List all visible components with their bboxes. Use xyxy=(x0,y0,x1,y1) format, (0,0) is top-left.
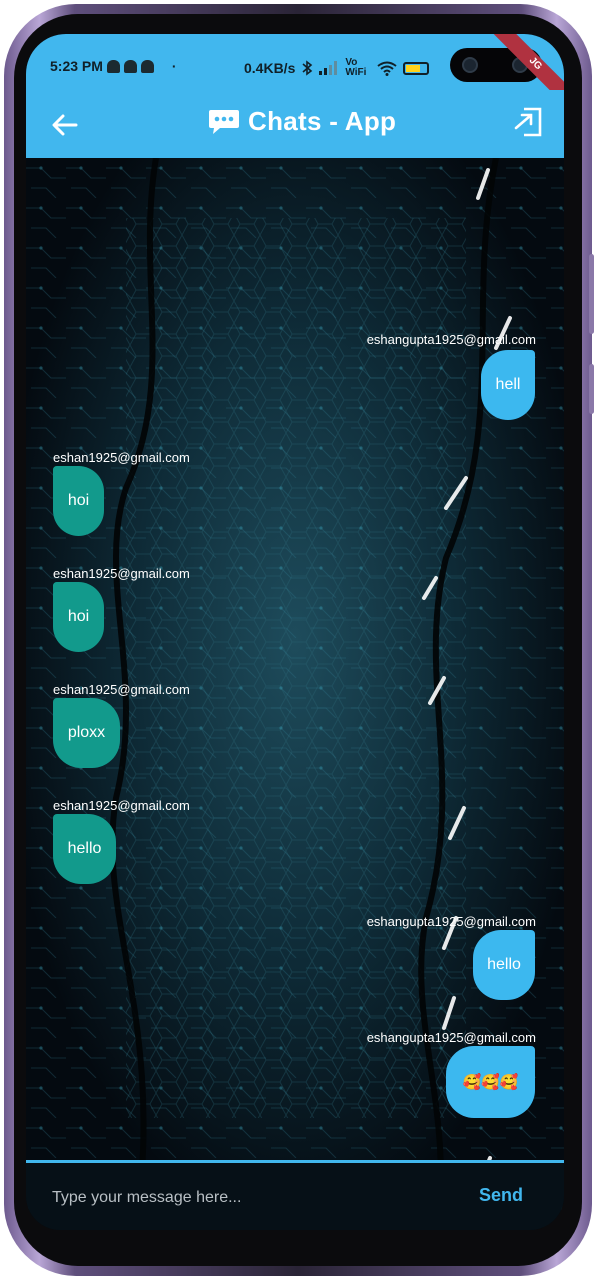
snapchat-icon xyxy=(140,59,154,73)
signal-icon xyxy=(319,61,338,75)
bluetooth-icon xyxy=(302,60,313,76)
status-dot: · xyxy=(171,58,177,74)
composer-bar: Send xyxy=(26,1160,564,1230)
message-bubble[interactable]: hell xyxy=(481,350,535,420)
message-item: eshan1925@gmail.com xyxy=(53,682,190,697)
exit-icon[interactable] xyxy=(512,106,544,138)
message-bubble[interactable]: hoi xyxy=(53,582,104,652)
message-sender: eshangupta1925@gmail.com xyxy=(366,1030,536,1045)
snapchat-icon xyxy=(106,59,120,73)
send-button[interactable]: Send xyxy=(479,1185,523,1206)
app-title-group: Chats - App xyxy=(208,106,396,137)
message-item: eshan1925@gmail.com xyxy=(53,566,190,581)
message-item: eshangupta1925@gmail.com xyxy=(367,914,536,929)
message-bubble[interactable]: hello xyxy=(53,814,116,884)
message-sender: eshangupta1925@gmail.com xyxy=(366,914,536,929)
battery-icon xyxy=(403,61,430,75)
message-sender: eshangupta1925@gmail.com xyxy=(366,332,536,347)
power-button xyxy=(589,364,594,414)
message-item: eshangupta1925@gmail.com xyxy=(367,332,536,347)
message-sender: eshan1925@gmail.com xyxy=(53,566,190,581)
net-speed: 0.4KB/s xyxy=(244,60,296,76)
message-sender: eshan1925@gmail.com xyxy=(53,798,190,813)
status-bar: 5:23 PM · 0.4KB/s Vo WiFi JG xyxy=(26,34,564,109)
screen: 5:23 PM · 0.4KB/s Vo WiFi JG Chats - App… xyxy=(26,34,564,1230)
message-item: eshangupta1925@gmail.com xyxy=(367,1030,536,1045)
message-input[interactable] xyxy=(52,1185,452,1211)
message-bubble[interactable]: hello xyxy=(473,930,535,1000)
vowifi-label: Vo WiFi xyxy=(345,57,367,78)
volume-button xyxy=(589,254,594,334)
message-bubble[interactable]: ploxx xyxy=(53,698,120,768)
message-bubble[interactable]: 🥰🥰🥰 xyxy=(446,1046,535,1118)
page-title: Chats - App xyxy=(248,106,397,136)
message-sender: eshan1925@gmail.com xyxy=(53,450,190,465)
arrow-left-icon[interactable] xyxy=(50,110,80,140)
chat-bubble-icon xyxy=(209,109,239,134)
status-time: 5:23 PM xyxy=(50,58,103,74)
wifi-icon xyxy=(377,61,397,76)
snapchat-icon xyxy=(123,59,137,73)
app-bar: Chats - App xyxy=(26,90,564,158)
message-item: eshan1925@gmail.com xyxy=(53,798,190,813)
message-item: eshan1925@gmail.com xyxy=(53,450,190,465)
message-bubble[interactable]: hoi xyxy=(53,466,104,536)
message-sender: eshan1925@gmail.com xyxy=(53,682,190,697)
